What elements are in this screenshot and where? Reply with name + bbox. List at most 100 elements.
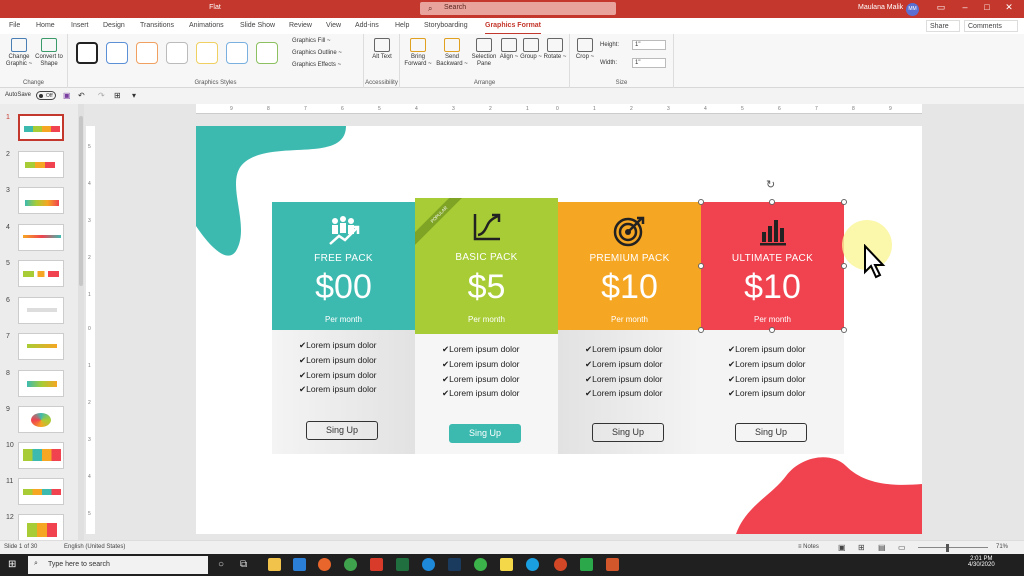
- powerpoint-icon[interactable]: [554, 558, 567, 571]
- card-header[interactable]: ULTIMATE PACK $10 Per month: [701, 202, 844, 330]
- redo-icon[interactable]: ↷: [98, 91, 105, 100]
- resize-handle[interactable]: [698, 263, 704, 269]
- slide-thumbnail[interactable]: [18, 114, 64, 141]
- rotate-button[interactable]: Rotate ~: [543, 38, 567, 61]
- whatsapp-icon[interactable]: [474, 558, 487, 571]
- task-view-icon[interactable]: ⧉: [240, 559, 247, 570]
- tab-transitions[interactable]: Transitions: [140, 22, 174, 29]
- tab-storyboarding[interactable]: Storyboarding: [424, 22, 468, 29]
- tab-help[interactable]: Help: [395, 22, 409, 29]
- slide-thumbnail[interactable]: [18, 224, 64, 251]
- ribbon-display-icon[interactable]: ▭: [930, 2, 952, 13]
- tab-view[interactable]: View: [326, 22, 341, 29]
- tab-insert[interactable]: Insert: [71, 22, 89, 29]
- slide-thumbnail[interactable]: [18, 442, 64, 469]
- red-blob-shape[interactable]: [736, 446, 922, 534]
- tab-add-ins[interactable]: Add-ins: [355, 22, 379, 29]
- send-backward-button[interactable]: Send Backward ~: [436, 38, 468, 68]
- alt-text-button[interactable]: Alt Text: [370, 38, 394, 61]
- change-graphic-button[interactable]: Change Graphic ~: [4, 38, 34, 68]
- sticky-notes-icon[interactable]: [500, 558, 513, 571]
- thumbnail-scrollbar[interactable]: [78, 104, 84, 540]
- resize-handle[interactable]: [698, 327, 704, 333]
- tab-design[interactable]: Design: [103, 22, 125, 29]
- normal-view-icon[interactable]: ▣: [838, 543, 846, 552]
- align-button[interactable]: Align ~: [498, 38, 520, 61]
- slide-thumbnail[interactable]: [18, 297, 64, 324]
- present-icon[interactable]: ⊞: [114, 91, 121, 100]
- firefox-icon[interactable]: [318, 558, 331, 571]
- graphics-effects-button[interactable]: Graphics Effects ~: [292, 62, 341, 68]
- autosave-toggle[interactable]: Off: [36, 91, 56, 100]
- style-swatch-blue[interactable]: [106, 42, 128, 64]
- user-name[interactable]: Maulana Malik: [858, 4, 903, 11]
- customize-icon[interactable]: ▾: [132, 91, 136, 100]
- share-button[interactable]: Share: [926, 20, 960, 32]
- avatar[interactable]: MM: [906, 3, 919, 16]
- skype-icon[interactable]: [526, 558, 539, 571]
- undo-icon[interactable]: ↶: [78, 91, 85, 100]
- style-swatch-green[interactable]: [256, 42, 278, 64]
- zoom-level[interactable]: 71%: [996, 544, 1008, 550]
- recorder-icon[interactable]: [606, 558, 619, 571]
- minimize-button[interactable]: –: [954, 2, 976, 12]
- tab-file[interactable]: File: [9, 22, 20, 29]
- signup-button[interactable]: Sing Up: [735, 423, 807, 442]
- height-input[interactable]: 1": [632, 40, 666, 50]
- photoshop-icon[interactable]: [448, 558, 461, 571]
- cortana-icon[interactable]: ○: [218, 559, 224, 570]
- resize-handle[interactable]: [841, 199, 847, 205]
- notes-button[interactable]: ≡ Notes: [798, 544, 819, 550]
- selection-pane-button[interactable]: Selection Pane: [470, 38, 498, 68]
- crop-button[interactable]: Crop ~: [574, 38, 596, 61]
- maximize-button[interactable]: □: [976, 2, 998, 12]
- resize-handle[interactable]: [769, 199, 775, 205]
- resize-handle[interactable]: [841, 327, 847, 333]
- width-input[interactable]: 1": [632, 58, 666, 68]
- clock[interactable]: 2:01 PM 4/30/2020: [968, 556, 995, 568]
- signup-button[interactable]: Sing Up: [306, 421, 378, 440]
- slideshow-icon[interactable]: ▭: [898, 543, 906, 552]
- slide-thumbnail[interactable]: [18, 333, 64, 360]
- tab-animations[interactable]: Animations: [189, 22, 224, 29]
- signup-button[interactable]: Sing Up: [449, 424, 521, 443]
- comments-button[interactable]: Comments: [964, 20, 1018, 32]
- slide-thumbnail[interactable]: [18, 406, 64, 433]
- slide-sorter-icon[interactable]: ⊞: [858, 543, 865, 552]
- style-swatch-black[interactable]: [76, 42, 98, 64]
- resize-handle[interactable]: [769, 327, 775, 333]
- graphics-outline-button[interactable]: Graphics Outline ~: [292, 50, 342, 56]
- group-button[interactable]: Group ~: [520, 38, 542, 61]
- filezilla-icon[interactable]: [370, 558, 383, 571]
- rotate-handle-icon[interactable]: ↻: [766, 178, 775, 191]
- zoom-slider[interactable]: [918, 547, 988, 548]
- tab-slide-show[interactable]: Slide Show: [240, 22, 275, 29]
- slide-thumbnail[interactable]: [18, 260, 64, 287]
- taskbar-search[interactable]: ⌕ Type here to search: [28, 556, 208, 574]
- language-indicator[interactable]: English (United States): [64, 544, 125, 550]
- close-button[interactable]: ✕: [998, 2, 1020, 13]
- resize-handle[interactable]: [841, 263, 847, 269]
- style-swatch-orange[interactable]: [136, 42, 158, 64]
- graphics-fill-button[interactable]: Graphics Fill ~: [292, 38, 331, 44]
- style-swatch-gray[interactable]: [166, 42, 188, 64]
- dreamweaver-icon[interactable]: [396, 558, 409, 571]
- slide-thumbnail[interactable]: [18, 187, 64, 214]
- slide-thumbnail[interactable]: [18, 514, 64, 541]
- store-icon[interactable]: [293, 558, 306, 571]
- slide-thumbnail[interactable]: [18, 478, 64, 505]
- chrome-icon[interactable]: [344, 558, 357, 571]
- signup-button[interactable]: Sing Up: [592, 423, 664, 442]
- tab-home[interactable]: Home: [36, 22, 55, 29]
- slide-thumbnail[interactable]: [18, 370, 64, 397]
- file-explorer-icon[interactable]: [268, 558, 281, 571]
- bring-forward-button[interactable]: Bring Forward ~: [402, 38, 434, 68]
- slide-thumbnail[interactable]: [18, 151, 64, 178]
- zoom-slider-thumb[interactable]: [946, 544, 949, 552]
- convert-to-shape-button[interactable]: Convert to Shape: [35, 38, 63, 68]
- windows-start-icon[interactable]: ⊞: [8, 559, 16, 570]
- tab-review[interactable]: Review: [289, 22, 312, 29]
- reading-view-icon[interactable]: ▤: [878, 543, 886, 552]
- tab-graphics-format[interactable]: Graphics Format: [485, 22, 542, 35]
- resize-handle[interactable]: [698, 199, 704, 205]
